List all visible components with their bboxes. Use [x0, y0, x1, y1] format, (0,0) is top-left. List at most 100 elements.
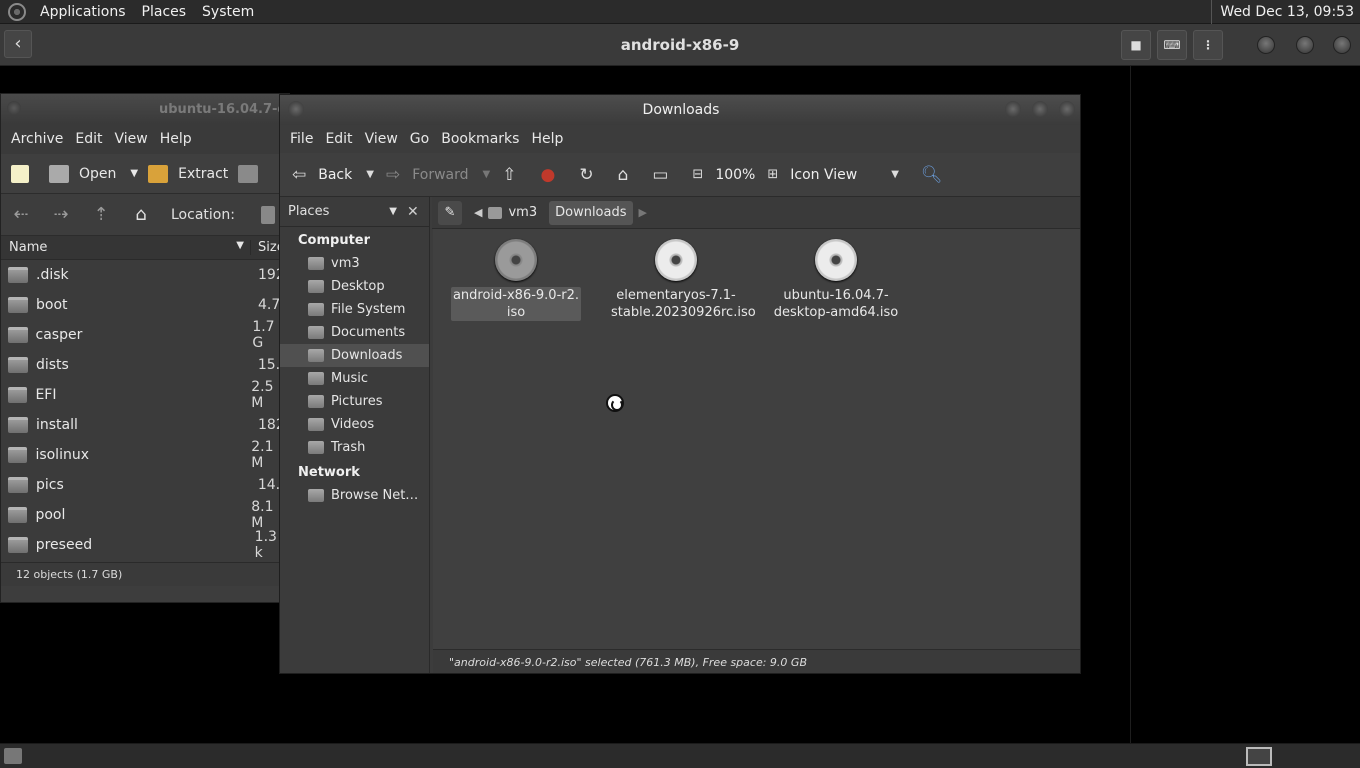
maximize-icon[interactable]: [1296, 36, 1314, 54]
search-button[interactable]: 🔍︎: [921, 165, 955, 185]
table-row[interactable]: casper 1.7 G: [1, 319, 289, 351]
bottom-panel: [0, 743, 1360, 768]
menu-view[interactable]: View: [109, 131, 154, 147]
vm-title: android-x86-9: [620, 36, 740, 54]
places-list: Computer vm3 Desktop File System Documents Do…: [280, 229, 429, 507]
menu-kebab-icon[interactable]: ⋮: [1193, 30, 1223, 60]
menu-archive[interactable]: Archive: [5, 131, 69, 147]
table-row[interactable]: EFI 2.5 M: [1, 379, 289, 411]
stop-icon[interactable]: ■: [1121, 30, 1151, 60]
table-row[interactable]: dists 15.2: [1, 350, 289, 380]
stop-button[interactable]: ●: [540, 165, 567, 185]
menu-view[interactable]: View: [359, 131, 404, 147]
file-item[interactable]: ubuntu-16.04.7- desktop-amd64.iso: [771, 239, 901, 321]
table-row[interactable]: .disk 192: [1, 260, 289, 290]
table-row[interactable]: pool 8.1 M: [1, 499, 289, 531]
zoom-level[interactable]: 100%: [715, 167, 755, 183]
applications-menu[interactable]: Applications: [32, 4, 134, 20]
back-button[interactable]: ⇦ Back ▼: [292, 165, 374, 185]
path-crumb-downloads[interactable]: Downloads: [549, 200, 633, 225]
open-label: Open: [79, 165, 117, 182]
sort-down-icon: ▼: [236, 240, 244, 251]
row-name: pool: [35, 507, 66, 523]
minimize-icon[interactable]: [1005, 101, 1021, 117]
table-row[interactable]: preseed 1.3 k: [1, 529, 289, 561]
sidebar-item-desktop[interactable]: Desktop: [280, 275, 429, 298]
path-right-arrow-icon[interactable]: ▶: [633, 206, 653, 219]
files-titlebar[interactable]: Downloads: [280, 95, 1080, 125]
menu-edit[interactable]: Edit: [319, 131, 358, 147]
sidebar-item-downloads[interactable]: Downloads: [280, 344, 429, 367]
sidebar-item-trash[interactable]: Trash: [280, 436, 429, 459]
reload-button[interactable]: ↻: [579, 165, 605, 185]
name-column-header[interactable]: Name ▼: [1, 240, 251, 255]
workspace-switcher[interactable]: [1246, 747, 1272, 766]
up-button[interactable]: ⇧: [502, 165, 528, 185]
sidebar-item-music[interactable]: Music: [280, 367, 429, 390]
forward-button[interactable]: ⇨ Forward ▼: [386, 165, 490, 185]
distro-logo-icon[interactable]: [8, 2, 26, 21]
path-left-arrow-icon[interactable]: ◀: [468, 206, 488, 219]
close-icon[interactable]: [1333, 36, 1351, 54]
menu-bookmarks[interactable]: Bookmarks: [435, 131, 525, 147]
forward-history-dropdown-icon[interactable]: ▼: [483, 169, 491, 180]
home-icon[interactable]: ⌂: [121, 204, 161, 225]
zoom-in-button[interactable]: ⊞: [767, 167, 790, 182]
folder-icon: [488, 206, 503, 219]
disc-image-icon: [655, 239, 697, 281]
home-button[interactable]: ⌂: [618, 165, 641, 185]
close-icon[interactable]: [1059, 101, 1075, 117]
back-history-dropdown-icon[interactable]: ▼: [366, 169, 374, 180]
table-row[interactable]: install 182: [1, 410, 289, 440]
path-crumb-vm3[interactable]: vm3: [502, 201, 543, 225]
view-mode-select[interactable]: Icon View ▼: [790, 167, 899, 183]
file-item[interactable]: android-x86-9.0-r2. iso: [451, 239, 581, 321]
computer-button[interactable]: ▭: [652, 165, 680, 185]
window-menu-icon[interactable]: [7, 101, 21, 115]
archive-titlebar[interactable]: ubuntu-16.04.7-des: [1, 94, 289, 124]
minimize-icon[interactable]: [1257, 36, 1275, 54]
add-files-button[interactable]: [238, 164, 268, 183]
zoom-out-button[interactable]: ⊟: [692, 167, 715, 182]
forward-icon[interactable]: ⇢: [41, 204, 81, 225]
maximize-icon[interactable]: [1032, 101, 1048, 117]
table-row[interactable]: isolinux 2.1 M: [1, 439, 289, 471]
table-row[interactable]: pics 14.9: [1, 470, 289, 500]
archive-statusbar: 12 objects (1.7 GB): [1, 562, 289, 586]
edit-location-icon[interactable]: ✎: [438, 200, 462, 225]
sidebar-item-browse-net[interactable]: Browse Net…: [280, 484, 429, 507]
location-label: Location:: [171, 206, 235, 223]
arrow-left-icon[interactable]: ‹: [4, 30, 32, 58]
clock[interactable]: Wed Dec 13, 09:53: [1211, 0, 1360, 24]
sidebar-item-vm3[interactable]: vm3: [280, 252, 429, 275]
new-archive-button[interactable]: [11, 164, 39, 183]
up-icon[interactable]: ⇡: [81, 204, 121, 225]
row-name: .disk: [36, 267, 69, 283]
file-icon-view[interactable]: android-x86-9.0-r2. iso elementaryos-7.1- s…: [433, 229, 1080, 649]
archive-column-header: Name ▼ Size: [1, 236, 289, 260]
close-sidebar-icon[interactable]: ✕: [407, 204, 419, 220]
sidebar-item-documents[interactable]: Documents: [280, 321, 429, 344]
menu-go[interactable]: Go: [404, 131, 435, 147]
sidebar-item-pictures[interactable]: Pictures: [280, 390, 429, 413]
menu-help[interactable]: Help: [525, 131, 569, 147]
back-icon[interactable]: ⇠: [1, 204, 41, 225]
menu-edit[interactable]: Edit: [69, 131, 108, 147]
sidebar-item-file-system[interactable]: File System: [280, 298, 429, 321]
places-menu[interactable]: Places: [134, 4, 195, 20]
sidebar-item-label: Downloads: [331, 348, 403, 363]
table-row[interactable]: boot 4.7: [1, 290, 289, 320]
folder-icon: [8, 297, 28, 313]
menu-file[interactable]: File: [284, 131, 319, 147]
open-button[interactable]: Open ▼: [49, 164, 138, 183]
file-item[interactable]: elementaryos-7.1- stable.20230926rc.iso: [611, 239, 756, 321]
extract-button[interactable]: Extract: [148, 164, 228, 183]
keyboard-icon[interactable]: ⌨: [1157, 30, 1187, 60]
system-menu[interactable]: System: [194, 4, 262, 20]
sidebar-item-label: Browse Net…: [331, 488, 419, 503]
sidebar-type-select[interactable]: Places ▼: [283, 201, 403, 223]
open-dropdown-icon[interactable]: ▼: [130, 168, 138, 179]
menu-help[interactable]: Help: [154, 131, 198, 147]
show-desktop-icon[interactable]: [4, 748, 22, 764]
sidebar-item-videos[interactable]: Videos: [280, 413, 429, 436]
